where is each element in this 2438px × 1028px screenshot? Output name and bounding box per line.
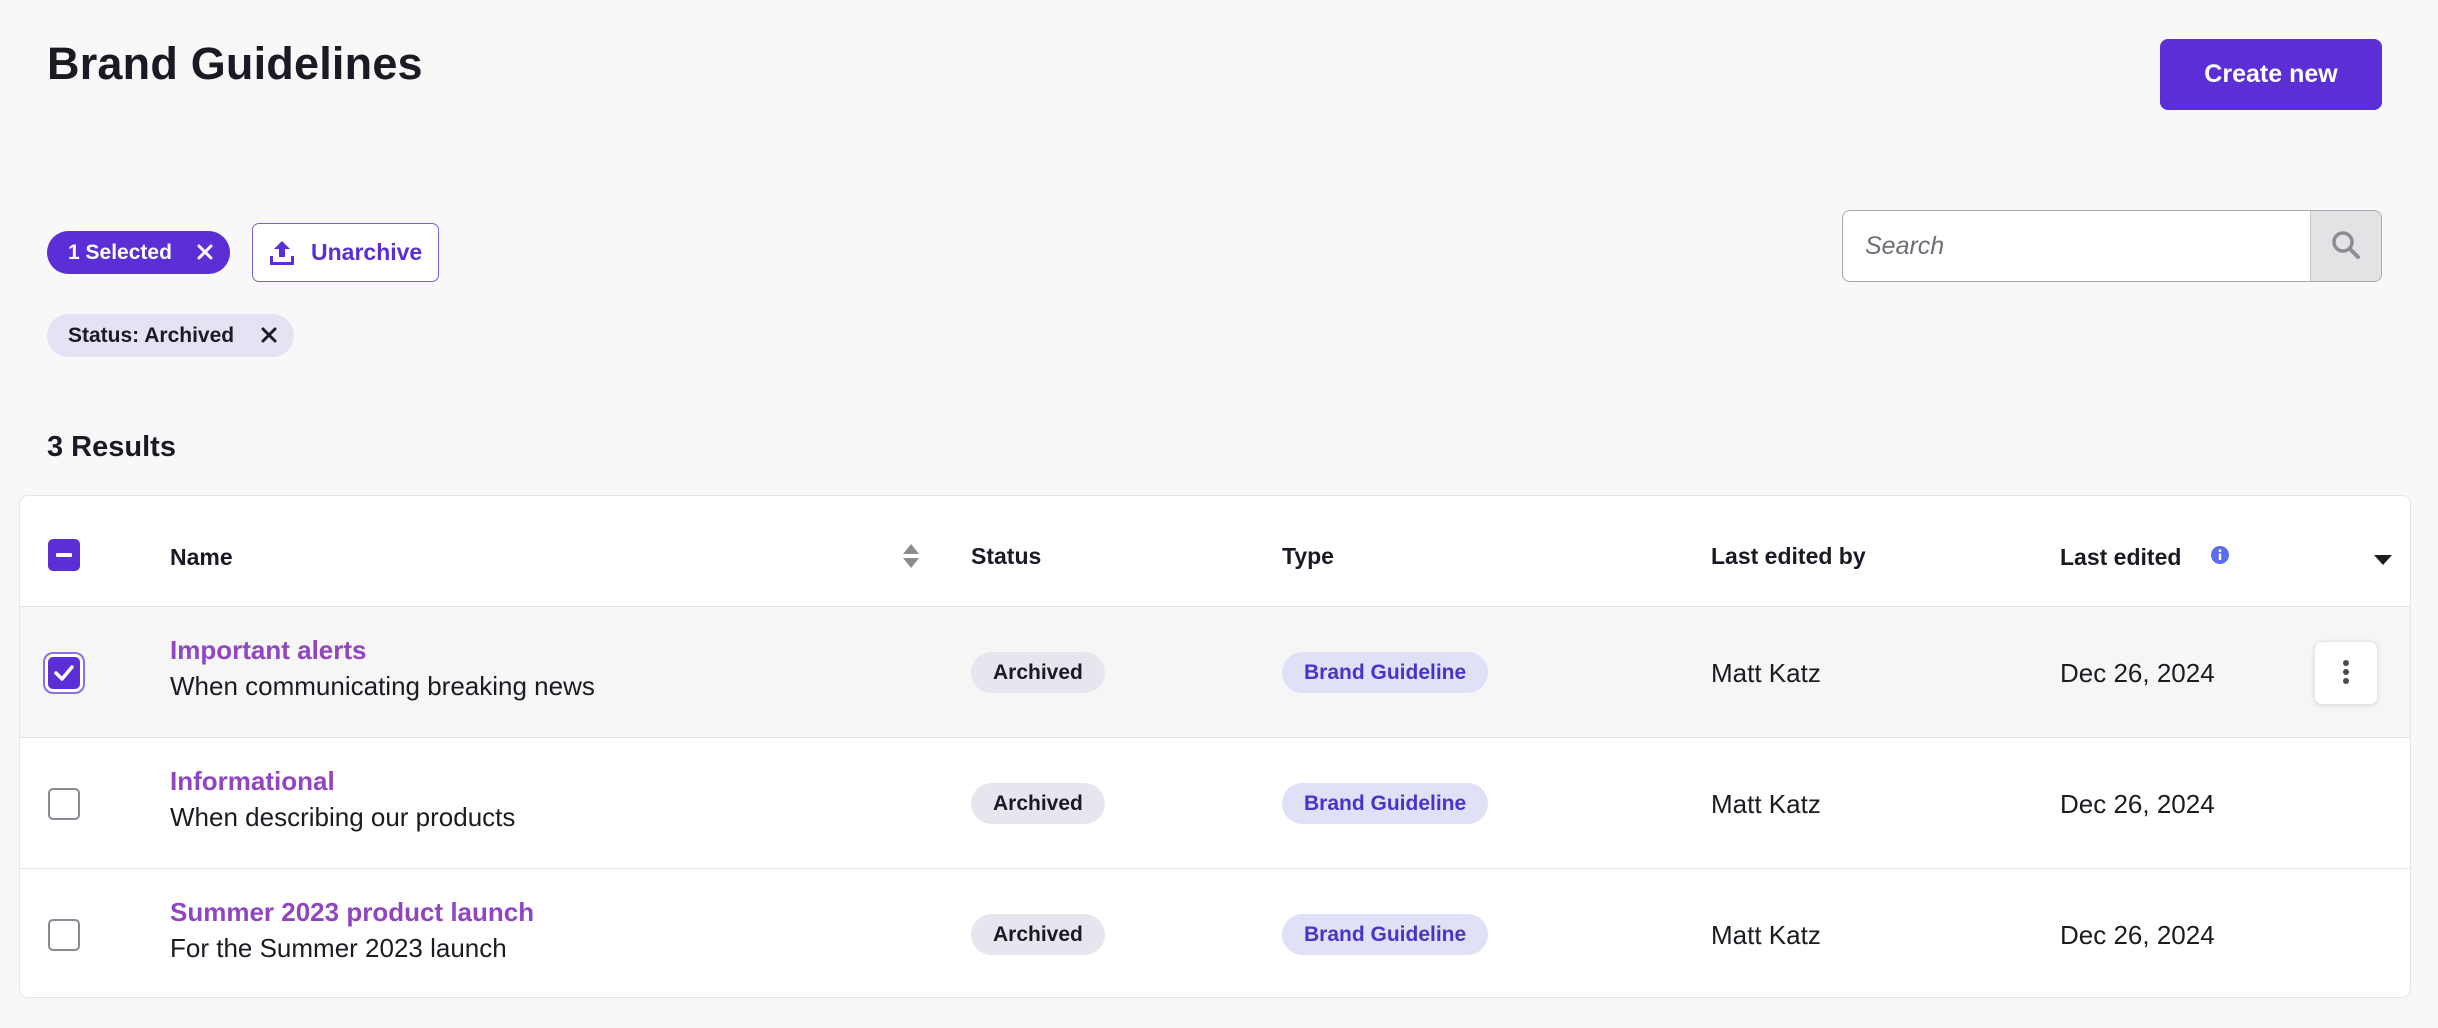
status-badge: Archived: [971, 652, 1105, 693]
row-description: For the Summer 2023 launch: [170, 933, 507, 963]
row-checkbox[interactable]: [48, 919, 80, 951]
search-icon: [2330, 229, 2362, 264]
column-header-status[interactable]: Status: [971, 543, 1041, 570]
unarchive-label: Unarchive: [311, 239, 423, 265]
status-badge: Archived: [971, 914, 1105, 955]
status-badge: Archived: [971, 783, 1105, 824]
search-box: [1842, 210, 2382, 282]
page-title: Brand Guidelines: [47, 38, 423, 89]
info-icon[interactable]: [2210, 545, 2230, 570]
results-table: Name Status Type Last edited by Last edi…: [19, 495, 2411, 998]
selected-count-chip: 1 Selected: [47, 231, 230, 274]
column-header-last-edited[interactable]: Last edited: [2060, 544, 2181, 571]
table-row[interactable]: Summer 2023 product launch For the Summe…: [20, 869, 2410, 997]
kebab-vertical-icon: [2341, 658, 2351, 689]
row-description: When describing our products: [170, 802, 516, 832]
clear-selection-close-icon[interactable]: [192, 239, 218, 265]
last-edited-by: Matt Katz: [1711, 658, 1821, 688]
upload-tray-icon: [267, 238, 297, 268]
column-header-last-edited-by[interactable]: Last edited by: [1711, 543, 1866, 570]
row-title-link[interactable]: Informational: [170, 766, 335, 797]
select-all-checkbox[interactable]: [48, 539, 80, 571]
type-badge: Brand Guideline: [1282, 652, 1489, 693]
selected-count-label: 1 Selected: [68, 240, 172, 264]
row-actions-button[interactable]: [2314, 641, 2378, 705]
column-menu-caret-down-icon[interactable]: [2372, 553, 2394, 572]
status-filter-label: Status: Archived: [68, 323, 235, 347]
last-edited-by: Matt Katz: [1711, 789, 1821, 819]
remove-filter-close-icon[interactable]: [256, 322, 282, 348]
status-filter-chip: Status: Archived: [47, 314, 294, 357]
type-badge: Brand Guideline: [1282, 914, 1489, 955]
create-new-button[interactable]: Create new: [2160, 39, 2382, 110]
last-edited-date: Dec 26, 2024: [2060, 920, 2215, 950]
row-title-link[interactable]: Important alerts: [170, 635, 367, 666]
table-row[interactable]: Important alerts When communicating brea…: [20, 607, 2410, 738]
type-badge: Brand Guideline: [1282, 783, 1489, 824]
row-checkbox[interactable]: [48, 788, 80, 820]
search-button[interactable]: [2310, 211, 2381, 281]
table-header: Name Status Type Last edited by Last edi…: [20, 496, 2410, 607]
results-count: 3 Results: [47, 431, 176, 463]
last-edited-date: Dec 26, 2024: [2060, 658, 2215, 688]
row-checkbox[interactable]: [48, 657, 80, 689]
unarchive-button[interactable]: Unarchive: [252, 223, 439, 282]
last-edited-date: Dec 26, 2024: [2060, 789, 2215, 819]
row-title-link[interactable]: Summer 2023 product launch: [170, 897, 534, 928]
table-row[interactable]: Informational When describing our produc…: [20, 738, 2410, 869]
column-header-name[interactable]: Name: [170, 544, 233, 571]
sort-icon[interactable]: [901, 542, 921, 575]
column-header-type[interactable]: Type: [1282, 543, 1334, 570]
last-edited-by: Matt Katz: [1711, 920, 1821, 950]
search-input[interactable]: [1843, 211, 2310, 281]
row-description: When communicating breaking news: [170, 671, 595, 701]
